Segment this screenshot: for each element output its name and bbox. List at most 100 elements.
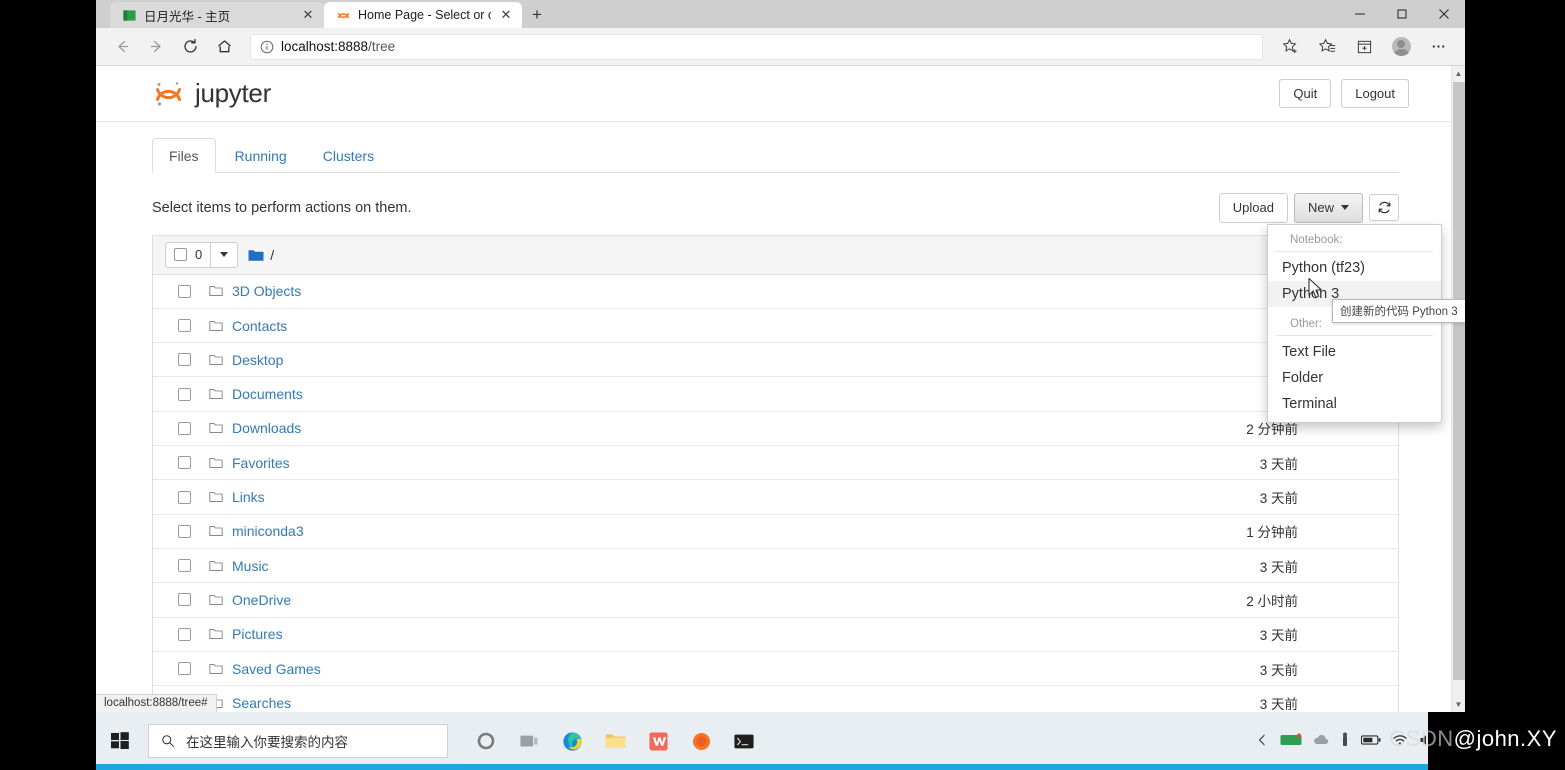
windows-start-icon[interactable] (96, 721, 144, 761)
minimize-icon[interactable] (1339, 0, 1381, 28)
folder-outline-icon (209, 526, 223, 537)
forward-arrow-icon[interactable] (140, 32, 172, 62)
profile-avatar-icon[interactable] (1384, 32, 1418, 62)
file-list: 0 / 3D Objects Contacts Desktop Document… (152, 234, 1399, 712)
back-arrow-icon[interactable] (106, 32, 138, 62)
file-name-link[interactable]: Downloads (209, 420, 301, 436)
browser-tab-2-close-icon[interactable]: ✕ (498, 7, 514, 23)
page-scrollbar[interactable]: ▲ ▼ (1451, 66, 1465, 712)
dropdown-item-text-file[interactable]: Text File (1268, 339, 1441, 365)
row-checkbox[interactable] (178, 662, 191, 675)
collections-icon[interactable] (1347, 32, 1381, 62)
file-name-link[interactable]: OneDrive (209, 592, 291, 608)
wps-icon[interactable] (638, 721, 678, 761)
reload-icon[interactable] (174, 32, 206, 62)
green-status-icon[interactable] (1280, 733, 1302, 750)
usb-icon[interactable] (1340, 732, 1350, 750)
onedrive-icon[interactable] (1313, 734, 1329, 749)
table-row[interactable]: Contacts (153, 309, 1398, 344)
dropdown-item-folder[interactable]: Folder (1268, 365, 1441, 391)
file-name-link[interactable]: Music (209, 558, 269, 574)
dropdown-item-python-tf23[interactable]: Python (tf23) (1268, 255, 1441, 281)
table-row[interactable]: Pictures 3 天前 (153, 618, 1398, 652)
table-row[interactable]: 3D Objects (153, 275, 1398, 309)
scrollbar-thumb[interactable] (1453, 82, 1465, 680)
breadcrumb-root[interactable]: / (270, 247, 274, 263)
search-icon (162, 735, 175, 748)
row-checkbox[interactable] (178, 559, 191, 573)
jupyter-header: jupyter Quit Logout (96, 66, 1451, 122)
favorites-list-icon[interactable] (1310, 32, 1344, 62)
tab-files[interactable]: Files (152, 138, 216, 173)
close-icon[interactable] (1423, 0, 1465, 28)
table-row[interactable]: Saved Games 3 天前 (153, 652, 1398, 687)
favorite-star-icon[interactable] (1273, 32, 1307, 62)
hidden-icons-icon[interactable] (1255, 733, 1269, 750)
more-options-icon[interactable] (1421, 32, 1455, 62)
file-name-link[interactable]: Contacts (209, 318, 287, 334)
table-row[interactable]: Searches 3 天前 (153, 686, 1398, 712)
file-name-link[interactable]: Links (209, 489, 265, 505)
row-checkbox[interactable] (178, 319, 191, 333)
browser-tab-1[interactable]: 日月光华 - 主页 ✕ (110, 2, 324, 28)
row-checkbox[interactable] (178, 524, 191, 538)
jupyter-action-row: Select items to perform actions on them.… (152, 193, 1465, 423)
file-explorer-icon[interactable] (595, 721, 635, 761)
table-row[interactable]: Documents (153, 377, 1398, 412)
edge-icon[interactable] (552, 721, 592, 761)
home-icon[interactable] (208, 32, 240, 62)
table-row[interactable]: Desktop (153, 343, 1398, 378)
row-checkbox[interactable] (178, 593, 191, 607)
table-row[interactable]: OneDrive 2 小时前 (153, 583, 1398, 618)
file-name-link[interactable]: 3D Objects (209, 283, 301, 299)
table-row[interactable]: Favorites 3 天前 (153, 446, 1398, 481)
select-all-checkbox[interactable] (174, 248, 187, 262)
folder-outline-icon (209, 320, 223, 331)
dropdown-item-terminal[interactable]: Terminal (1268, 391, 1441, 417)
table-row[interactable]: Music 3 天前 (153, 549, 1398, 584)
restore-icon[interactable] (1381, 0, 1423, 28)
status-bubble: localhost:8888/tree# (96, 694, 217, 712)
jupyter-app-icon[interactable] (681, 721, 721, 761)
green-book-icon (123, 9, 136, 21)
select-all-dropdown-button[interactable] (211, 241, 239, 268)
scroll-down-arrow-icon[interactable]: ▼ (1452, 697, 1465, 712)
browser-tab-2[interactable]: Home Page - Select or create a n ✕ (324, 2, 522, 28)
quit-button[interactable]: Quit (1279, 78, 1332, 109)
file-modified: 1 分钟前 (1246, 525, 1298, 541)
row-checkbox[interactable] (178, 353, 191, 367)
browser-tab-1-close-icon[interactable]: ✕ (300, 7, 316, 23)
table-row[interactable]: Links 3 天前 (153, 480, 1398, 515)
new-button[interactable]: New (1293, 193, 1363, 223)
file-name-link[interactable]: Pictures (209, 626, 283, 642)
battery-icon[interactable] (1360, 734, 1381, 749)
scroll-up-arrow-icon[interactable]: ▲ (1452, 66, 1465, 81)
address-input[interactable]: localhost:8888/tree (250, 33, 1263, 60)
row-checkbox[interactable] (178, 490, 191, 504)
file-name-link[interactable]: miniconda3 (209, 523, 304, 539)
file-name-link[interactable]: Documents (209, 386, 303, 402)
tab-running[interactable]: Running (218, 138, 304, 173)
select-all-checkbox-button[interactable]: 0 (165, 241, 212, 268)
tab-clusters[interactable]: Clusters (306, 138, 391, 173)
terminal-icon[interactable] (724, 721, 764, 761)
file-name-link[interactable]: Favorites (209, 455, 290, 471)
file-name-link[interactable]: Searches (209, 695, 291, 711)
task-view-icon[interactable] (509, 721, 549, 761)
row-checkbox[interactable] (178, 627, 191, 641)
file-name-link[interactable]: Desktop (209, 352, 283, 368)
refresh-button[interactable] (1369, 194, 1399, 222)
logout-button[interactable]: Logout (1341, 78, 1409, 109)
new-tab-button[interactable]: + (522, 2, 552, 28)
file-name-link[interactable]: Saved Games (209, 661, 321, 677)
row-checkbox[interactable] (178, 387, 191, 401)
table-row[interactable]: Downloads 2 分钟前 (153, 412, 1398, 447)
cortana-icon[interactable] (466, 721, 506, 761)
table-row[interactable]: miniconda3 1 分钟前 (153, 515, 1398, 549)
row-checkbox[interactable] (178, 456, 191, 470)
row-checkbox[interactable] (178, 421, 191, 435)
upload-button[interactable]: Upload (1218, 193, 1288, 223)
row-checkbox[interactable] (178, 284, 191, 298)
taskbar-search-input[interactable]: 在这里输入你要搜索的内容 (148, 724, 448, 758)
jupyter-logo[interactable]: jupyter (152, 77, 271, 111)
